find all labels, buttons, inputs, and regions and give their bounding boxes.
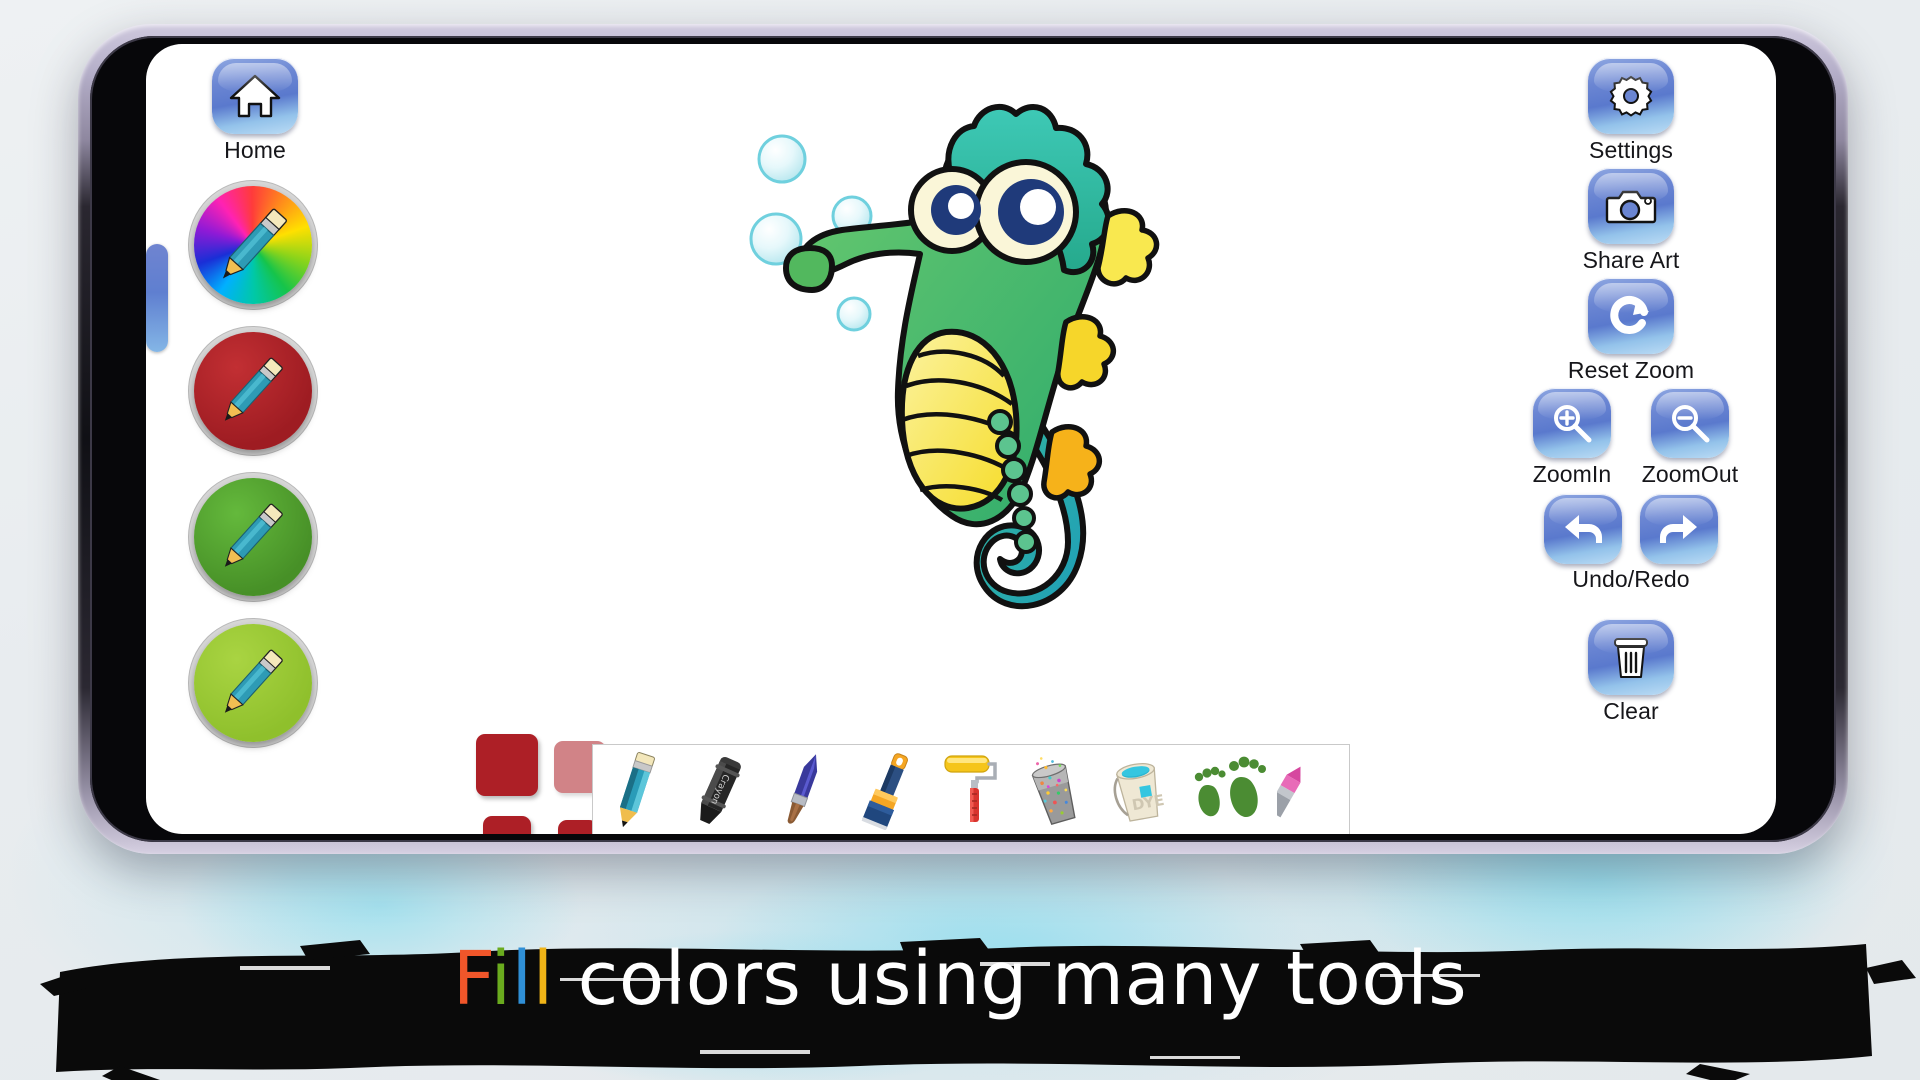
magnifier-minus-icon: [1672, 405, 1710, 443]
color-swatch-green[interactable]: [194, 478, 312, 596]
home-label: Home: [224, 137, 286, 163]
tool-crayon[interactable]: Crayon: [677, 745, 761, 834]
tool-roller[interactable]: [929, 745, 1013, 834]
undo-redo-label: Undo/Redo: [1572, 566, 1690, 592]
share-art-button[interactable]: Share Art: [1516, 168, 1746, 274]
right-sidebar: Settings Share Art Reset Zoom ZoomIn Zoo…: [1516, 58, 1746, 725]
zoom-in-tile[interactable]: [1533, 388, 1611, 458]
share-art-label: Share Art: [1582, 247, 1680, 273]
tool-marker[interactable]: [1277, 745, 1311, 834]
caption-letter-i: i: [490, 936, 512, 1022]
paintbrush-tool-icon: [787, 754, 818, 824]
tool-paintbrush[interactable]: [761, 745, 845, 834]
arrow-redo-icon: [1660, 515, 1697, 543]
settings-tile[interactable]: [1588, 58, 1674, 134]
seahorse-line-art[interactable]: [706, 64, 1266, 644]
caption-rest: colors using many tools: [553, 936, 1468, 1022]
reset-zoom-tile[interactable]: [1588, 278, 1674, 354]
crayon-tool-icon: Crayon: [700, 756, 741, 825]
brush-size-medium[interactable]: [483, 816, 531, 834]
seahorse-snout: [782, 244, 836, 294]
color-swatch-red[interactable]: [194, 332, 312, 450]
footprints-stamp-icon: [1194, 756, 1266, 818]
tool-toolbar[interactable]: Crayon DYE: [592, 744, 1350, 834]
share-art-tile[interactable]: [1588, 168, 1674, 244]
home-button[interactable]: Home: [180, 58, 330, 164]
home-tile[interactable]: [212, 58, 298, 134]
tool-pencil[interactable]: [593, 745, 677, 834]
color-swatch-lightgreen[interactable]: [194, 624, 312, 742]
pencil-tool-icon: [619, 752, 655, 828]
opacity-slider-tab[interactable]: [146, 244, 168, 352]
zoom-in-button[interactable]: ZoomIn: [1522, 388, 1622, 488]
undo-tile[interactable]: [1544, 494, 1622, 564]
phone-frame: Home Settings Share Art Reset Zoom ZoomI…: [78, 24, 1848, 854]
refresh-icon: [1610, 296, 1649, 334]
reset-zoom-label: Reset Zoom: [1567, 357, 1695, 383]
app-screen: Home Settings Share Art Reset Zoom ZoomI…: [146, 44, 1776, 834]
camera-icon: [1605, 190, 1657, 224]
gear-icon: [1609, 75, 1653, 117]
paint-bucket-icon: DYE: [1113, 763, 1166, 822]
history-controls-row: [1516, 494, 1746, 564]
flatbrush-tool-icon: [861, 753, 908, 830]
promo-caption: Fill colors using many tools: [0, 936, 1920, 1022]
caption-letter-l2: l: [532, 936, 554, 1022]
trash-icon: [1614, 638, 1648, 678]
zoom-controls-row: ZoomIn ZoomOut: [1516, 388, 1746, 488]
clear-tile[interactable]: [1588, 619, 1674, 695]
tool-dye-bucket[interactable]: DYE: [1097, 745, 1181, 834]
marker-tool-icon: [1277, 766, 1301, 818]
pencil-icon: [222, 208, 287, 279]
tool-flatbrush[interactable]: [845, 745, 929, 834]
clear-button[interactable]: Clear: [1516, 619, 1746, 725]
tool-glitter[interactable]: [1013, 745, 1097, 834]
zoom-in-label: ZoomIn: [1532, 461, 1612, 487]
left-sidebar: Home: [180, 58, 350, 742]
reset-zoom-button[interactable]: Reset Zoom: [1516, 278, 1746, 384]
glitter-bucket-icon: [1031, 757, 1076, 825]
caption-letter-f: F: [452, 936, 491, 1022]
clear-label: Clear: [1603, 698, 1659, 724]
brush-size-large[interactable]: [476, 734, 538, 796]
caption-letter-l1: l: [511, 936, 533, 1022]
undo-button[interactable]: [1544, 494, 1622, 564]
arrow-undo-icon: [1565, 515, 1602, 543]
redo-button[interactable]: [1640, 494, 1718, 564]
pencil-icon: [224, 357, 283, 421]
zoom-out-label: ZoomOut: [1641, 461, 1739, 487]
zoom-out-tile[interactable]: [1651, 388, 1729, 458]
zoom-out-button[interactable]: ZoomOut: [1640, 388, 1740, 488]
tool-footprints[interactable]: [1181, 745, 1277, 834]
home-icon: [229, 74, 281, 118]
pencil-icon: [224, 649, 283, 713]
color-wheel-picker[interactable]: [194, 186, 312, 304]
redo-tile[interactable]: [1640, 494, 1718, 564]
magnifier-plus-icon: [1554, 405, 1592, 443]
roller-tool-icon: [944, 755, 997, 822]
settings-label: Settings: [1589, 137, 1673, 163]
settings-button[interactable]: Settings: [1516, 58, 1746, 164]
pencil-icon: [224, 503, 283, 567]
seahorse-eyes: [908, 159, 1079, 265]
